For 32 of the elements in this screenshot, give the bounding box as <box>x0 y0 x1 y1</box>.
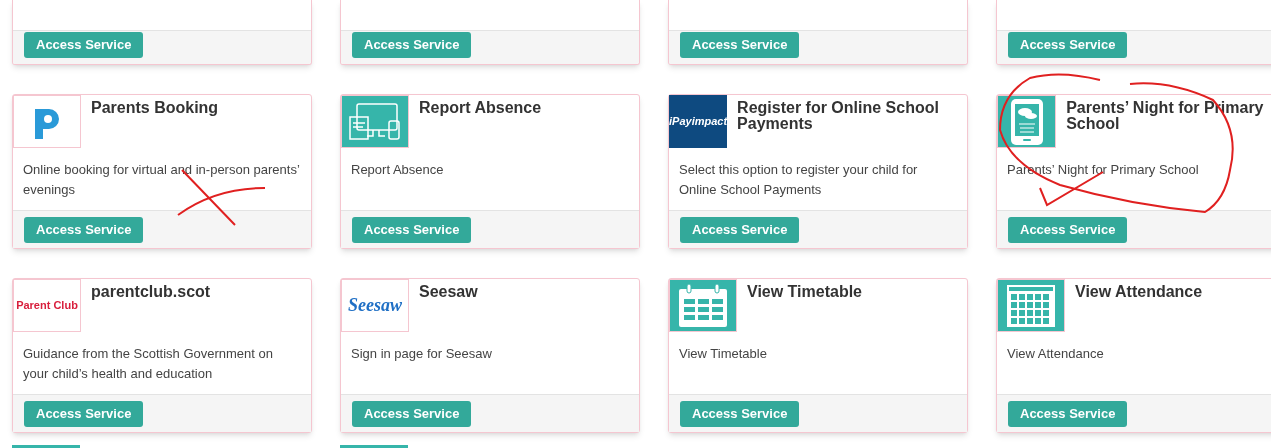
calendar-icon <box>677 282 729 329</box>
logo-text: iPayimpact <box>669 114 728 130</box>
access-service-button[interactable]: Access Service <box>1008 401 1128 427</box>
service-description: Sign in page for Seesaw <box>350 345 493 363</box>
access-service-button[interactable]: Access Service <box>24 217 144 243</box>
logo-text: Parent Club <box>16 298 78 314</box>
service-description: Report Absence <box>350 161 445 179</box>
access-service-button[interactable]: Access Service <box>1008 32 1128 58</box>
service-title: Parents Booking <box>91 100 219 116</box>
access-service-button[interactable]: Access Service <box>1008 217 1128 243</box>
access-service-button[interactable]: Access Service <box>24 32 144 58</box>
access-service-button[interactable]: Access Service <box>680 32 800 58</box>
service-title: Report Absence <box>419 100 542 116</box>
service-title: Seesaw <box>419 284 478 300</box>
calendar-check-icon <box>1005 282 1057 329</box>
service-description: View Timetable <box>678 345 768 363</box>
service-description: View Attendance <box>1006 345 1105 363</box>
service-title: View Timetable <box>747 284 862 300</box>
logo-text: Seesaw <box>348 294 402 317</box>
service-description: Select this option to register your child for Online School Payments <box>678 161 919 199</box>
access-service-button[interactable]: Access Service <box>352 217 472 243</box>
service-description: Online booking for virtual and in-person parents’ evenings <box>22 161 301 199</box>
devices-icon <box>347 100 403 143</box>
service-title: View Attendance <box>1075 284 1203 300</box>
service-title: parentclub.scot <box>91 284 211 300</box>
access-service-button[interactable]: Access Service <box>24 401 144 427</box>
access-service-button[interactable]: Access Service <box>680 217 800 243</box>
service-description: Guidance from the Scottish Government on your child’s health and education <box>22 345 274 383</box>
access-service-button[interactable]: Access Service <box>680 401 800 427</box>
service-title: Register for Online School Payments <box>737 100 940 132</box>
access-service-button[interactable]: Access Service <box>352 32 472 58</box>
access-service-button[interactable]: Access Service <box>352 401 472 427</box>
